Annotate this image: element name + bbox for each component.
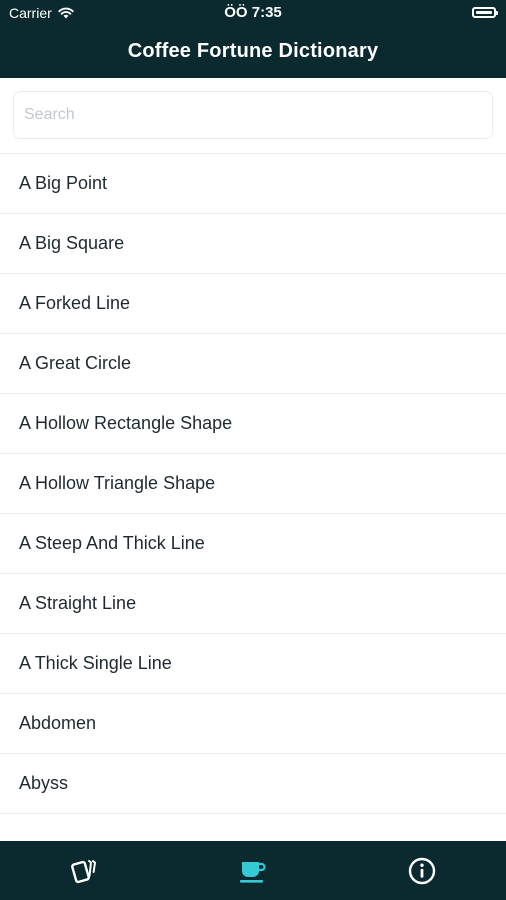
dictionary-list: A Big Point A Big Square A Forked Line A…	[0, 153, 506, 842]
list-item[interactable]: A Hollow Rectangle Shape	[0, 394, 506, 454]
tab-info[interactable]	[338, 841, 506, 900]
list-item[interactable]: A Straight Line	[0, 574, 506, 634]
status-bar: Carrier ÖÖ 7:35	[0, 0, 506, 28]
tab-coffee[interactable]	[169, 841, 337, 900]
status-time: ÖÖ 7:35	[224, 4, 282, 21]
page-title: Coffee Fortune Dictionary	[127, 40, 379, 62]
search-input[interactable]	[13, 91, 493, 139]
search-bar	[0, 78, 506, 152]
info-icon	[408, 857, 436, 884]
list-item[interactable]: A Thick Single Line	[0, 634, 506, 694]
list-item[interactable]: A Hollow Triangle Shape	[0, 454, 506, 514]
cards-icon	[71, 859, 97, 883]
navigation-bar: Carrier ÖÖ 7:35 Coffee Fortune Dictionar…	[0, 0, 506, 78]
battery-icon	[472, 7, 498, 18]
list-item[interactable]: A Big Point	[0, 154, 506, 214]
list-item[interactable]: A Steep And Thick Line	[0, 514, 506, 574]
tab-bar	[0, 841, 506, 900]
list-item[interactable]: A Forked Line	[0, 274, 506, 334]
tab-cards[interactable]	[0, 841, 168, 900]
list-item[interactable]: A Great Circle	[0, 334, 506, 394]
list-item[interactable]: A Big Square	[0, 214, 506, 274]
coffee-cup-icon	[240, 861, 266, 883]
list-item[interactable]: Abdomen	[0, 694, 506, 754]
list-item[interactable]: Abyss	[0, 754, 506, 814]
